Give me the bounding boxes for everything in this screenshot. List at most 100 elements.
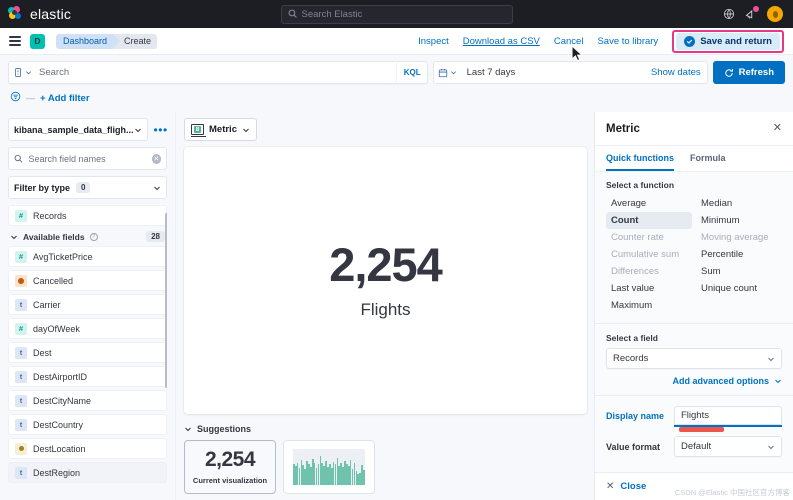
function-column-left: AverageCountCounter rateCumulative sumDi… (606, 195, 692, 314)
workspace: 8 Metric 2,254 Flights Suggestions 2,254… (176, 112, 595, 500)
function-percentile[interactable]: Percentile (696, 246, 782, 263)
suggestion-current-visualization[interactable]: 2,254 Current visualization (184, 440, 276, 494)
add-filter-button[interactable]: + Add filter (40, 93, 90, 104)
save-and-return-highlight: Save and return (672, 30, 784, 53)
function-last-value[interactable]: Last value (606, 280, 692, 297)
available-fields-count: 28 (146, 231, 165, 242)
function-median[interactable]: Median (696, 195, 782, 212)
select-field-label: Select a field (606, 333, 782, 343)
function-minimum[interactable]: Minimum (696, 212, 782, 229)
available-fields-header[interactable]: Available fields ? 28 (10, 231, 165, 242)
query-search-container: KQL (8, 61, 428, 84)
function-average[interactable]: Average (606, 195, 692, 212)
field-item[interactable]: tCarrier (8, 294, 167, 315)
data-panel: kibana_sample_data_fligh... ••• ✕ Filter… (0, 112, 176, 500)
field-item[interactable]: DestLocation (8, 438, 167, 459)
breadcrumb-item-dashboard[interactable]: Dashboard (56, 34, 113, 49)
avatar[interactable] (767, 6, 783, 22)
save-and-return-button[interactable]: Save and return (676, 33, 780, 50)
breadcrumb-bar: D Dashboard Create Inspect Download as C… (0, 28, 793, 55)
filter-options-icon[interactable] (10, 89, 21, 107)
calendar-icon[interactable] (438, 68, 457, 78)
date-picker: Last 7 days Show dates (433, 61, 708, 84)
suggestions-header[interactable]: Suggestions (184, 424, 587, 434)
watermark: CSDN @Elastic 中国社区官方博客 (675, 487, 790, 498)
editor-body: kibana_sample_data_fligh... ••• ✕ Filter… (0, 112, 793, 500)
help-icon[interactable]: ? (90, 233, 98, 241)
suggestion-bar-chart[interactable] (283, 440, 375, 494)
globe-icon[interactable] (723, 8, 735, 20)
refresh-button[interactable]: Refresh (713, 61, 785, 84)
chart-type-switcher[interactable]: 8 Metric (184, 118, 257, 141)
display-name-row: Display name (606, 405, 782, 427)
global-search-box[interactable]: Search Elastic (281, 5, 513, 24)
field-item-records[interactable]: # Records (8, 205, 167, 226)
header-actions (723, 6, 785, 22)
function-maximum[interactable]: Maximum (606, 297, 692, 314)
suggestions-list: 2,254 Current visualization (184, 440, 587, 494)
clear-icon[interactable]: ✕ (152, 154, 161, 164)
field-item[interactable]: tDestCityName (8, 390, 167, 411)
num-field-icon: # (15, 323, 27, 335)
query-language-badge[interactable]: KQL (396, 61, 428, 84)
function-cumulative-sum: Cumulative sum (606, 246, 692, 263)
str-field-icon: t (15, 371, 27, 383)
close-button[interactable]: Close (620, 481, 646, 492)
news-icon[interactable] (745, 8, 757, 20)
field-list[interactable]: # Records Available fields ? 28 #AvgTick… (8, 205, 167, 500)
function-sum[interactable]: Sum (696, 263, 782, 280)
metric-chart-icon: 8 (191, 124, 204, 135)
refresh-icon (724, 68, 734, 78)
value-format-select[interactable]: Default (674, 436, 782, 457)
inspect-link[interactable]: Inspect (418, 36, 449, 47)
chevron-down-icon (774, 377, 782, 385)
suggestion-value: 2,254 (205, 449, 255, 470)
str-field-icon: t (15, 419, 27, 431)
datasource-picker-icon[interactable] (13, 67, 32, 78)
field-name: Cancelled (33, 276, 73, 286)
time-range-value[interactable]: Last 7 days (467, 67, 516, 78)
function-grid: AverageCountCounter rateCumulative sumDi… (606, 195, 782, 314)
show-dates-button[interactable]: Show dates (651, 67, 701, 78)
add-advanced-options-button[interactable]: Add advanced options (606, 376, 782, 386)
close-icon[interactable]: ✕ (773, 123, 782, 134)
news-badge-dot (753, 6, 759, 12)
function-unique-count[interactable]: Unique count (696, 280, 782, 297)
value-format-select-wrap: Default (674, 436, 782, 457)
function-count[interactable]: Count (606, 212, 692, 229)
field-list-scrollbar[interactable] (165, 213, 167, 388)
divider (595, 395, 793, 396)
config-panel-title: Metric (606, 123, 640, 135)
field-item[interactable]: tDest (8, 342, 167, 363)
datasource-more-button[interactable]: ••• (152, 124, 170, 136)
field-search[interactable]: ✕ (8, 147, 167, 170)
field-section: Select a field Records Add advanced opti… (606, 324, 782, 386)
field-item[interactable]: #dayOfWeek (8, 318, 167, 339)
dimension-config-panel: Metric ✕ Quick functions Formula Select … (595, 112, 793, 500)
display-name-input[interactable] (674, 406, 782, 427)
cancel-link[interactable]: Cancel (554, 36, 584, 47)
visualization-canvas[interactable]: 2,254 Flights (184, 147, 587, 414)
field-select[interactable]: Records (606, 348, 782, 369)
geo-field-icon (15, 443, 27, 455)
field-item[interactable]: tDestCountry (8, 414, 167, 435)
breadcrumb: Dashboard Create (56, 34, 157, 49)
tab-formula[interactable]: Formula (690, 146, 726, 171)
search-input[interactable] (32, 67, 396, 78)
field-item[interactable]: #AvgTicketPrice (8, 246, 167, 267)
field-item[interactable]: tDestRegion (8, 462, 167, 483)
space-avatar[interactable]: D (30, 34, 45, 49)
datasource-select[interactable]: kibana_sample_data_fligh... (8, 118, 148, 141)
tab-quick-functions[interactable]: Quick functions (606, 146, 674, 171)
download-csv-link[interactable]: Download as CSV (463, 36, 540, 47)
filter-by-type-button[interactable]: Filter by type 0 (8, 176, 167, 199)
chevron-down-icon (184, 425, 192, 433)
field-item[interactable]: Cancelled (8, 270, 167, 291)
search-field-names-input[interactable] (29, 154, 146, 164)
query-bar: KQL Last 7 days Show dates Refresh (0, 55, 793, 84)
save-to-library-link[interactable]: Save to library (597, 36, 658, 47)
field-name: DestRegion (33, 468, 80, 478)
field-item[interactable]: tDestAirportID (8, 366, 167, 387)
menu-icon[interactable] (9, 36, 21, 46)
available-fields-label: Available fields (23, 232, 85, 242)
